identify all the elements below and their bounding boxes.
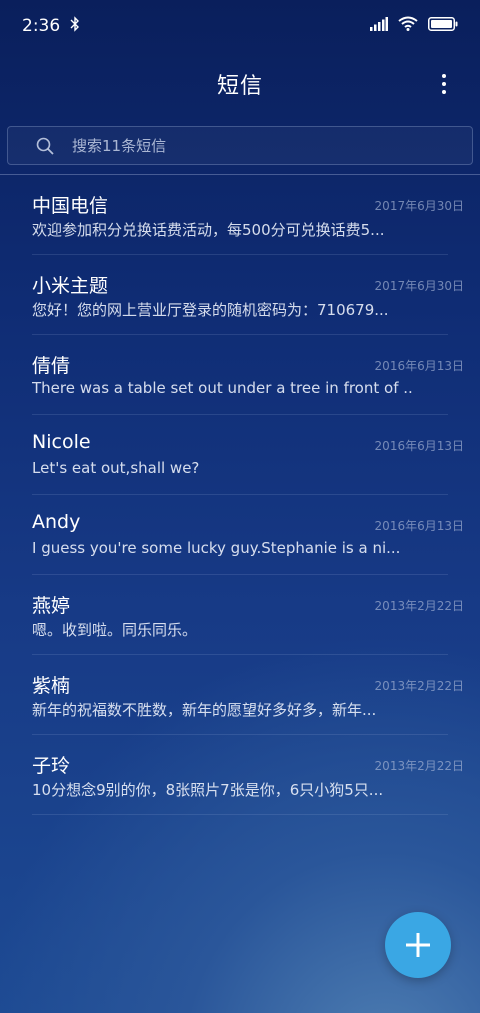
- status-bar: 2:36: [0, 0, 480, 52]
- contact-name: 燕婷: [32, 595, 71, 617]
- contact-name: 子玲: [32, 755, 71, 777]
- list-item[interactable]: Andy 2016年6月13日 I guess you're some luck…: [32, 495, 464, 575]
- list-item[interactable]: 倩倩 2016年6月13日 There was a table set out …: [32, 335, 464, 415]
- message-preview: 您好！您的网上营业厅登录的随机密码为：710679...: [32, 301, 389, 319]
- list-item[interactable]: 中国电信 2017年6月30日 欢迎参加积分兑换话费活动，每500分可兑换话费5…: [32, 175, 464, 255]
- message-date: 2016年6月13日: [374, 519, 464, 533]
- more-vert-icon[interactable]: [434, 72, 454, 96]
- message-date: 2013年2月22日: [374, 679, 464, 693]
- message-preview: I guess you're some lucky guy.Stephanie …: [32, 539, 401, 557]
- message-preview: 新年的祝福数不胜数，新年的愿望好多好多，新年...: [32, 701, 377, 719]
- contact-name: 中国电信: [32, 195, 109, 217]
- list-item[interactable]: 紫楠 2013年2月22日 新年的祝福数不胜数，新年的愿望好多好多，新年...: [32, 655, 464, 735]
- battery-icon: [428, 16, 458, 36]
- search-placeholder: 搜索11条短信: [72, 137, 167, 155]
- list-item[interactable]: 小米主题 2017年6月30日 您好！您的网上营业厅登录的随机密码为：71067…: [32, 255, 464, 335]
- message-preview: 10分想念9别的你，8张照片7张是你，6只小狗5只...: [32, 781, 384, 799]
- status-right: [370, 16, 458, 36]
- page-title: 短信: [216, 74, 263, 99]
- message-preview: Let's eat out,shall we?: [32, 459, 200, 477]
- contact-name: 倩倩: [32, 355, 71, 377]
- status-left: 2:36: [22, 15, 80, 37]
- list-item[interactable]: 子玲 2013年2月22日 10分想念9别的你，8张照片7张是你，6只小狗5只.…: [32, 735, 464, 815]
- message-date: 2016年6月13日: [374, 439, 464, 453]
- message-list: 中国电信 2017年6月30日 欢迎参加积分兑换话费活动，每500分可兑换话费5…: [0, 175, 480, 815]
- status-time: 2:36: [22, 16, 61, 36]
- message-preview: 嗯。收到啦。同乐同乐。: [32, 621, 198, 639]
- search-input[interactable]: 搜索11条短信: [7, 126, 473, 165]
- wifi-icon: [398, 16, 418, 36]
- new-message-button[interactable]: [385, 912, 451, 978]
- message-date: 2013年2月22日: [374, 599, 464, 613]
- plus-icon: [406, 933, 430, 957]
- contact-name: Nicole: [32, 431, 91, 453]
- list-item[interactable]: Nicole 2016年6月13日 Let's eat out,shall we…: [32, 415, 464, 495]
- contact-name: 紫楠: [32, 675, 71, 697]
- signal-icon: [370, 16, 388, 36]
- search-icon: [36, 137, 54, 155]
- list-item[interactable]: 燕婷 2013年2月22日 嗯。收到啦。同乐同乐。: [32, 575, 464, 655]
- message-date: 2017年6月30日: [374, 199, 464, 213]
- message-date: 2013年2月22日: [374, 759, 464, 773]
- message-preview: There was a table set out under a tree i…: [32, 379, 412, 397]
- bluetooth-icon: [70, 15, 80, 37]
- app-header: 短信: [0, 58, 480, 110]
- message-date: 2016年6月13日: [374, 359, 464, 373]
- contact-name: Andy: [32, 511, 81, 533]
- message-preview: 欢迎参加积分兑换话费活动，每500分可兑换话费5...: [32, 221, 385, 239]
- message-date: 2017年6月30日: [374, 279, 464, 293]
- contact-name: 小米主题: [32, 275, 109, 297]
